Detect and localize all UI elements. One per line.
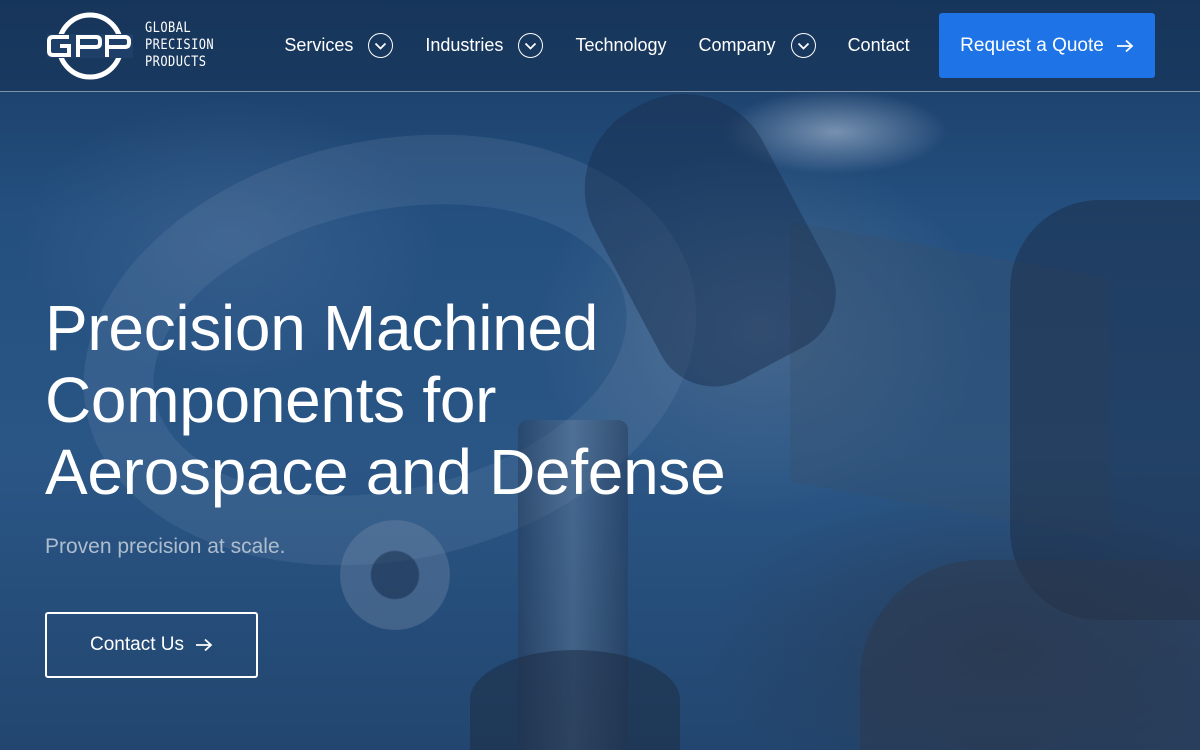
- request-quote-button[interactable]: Request a Quote: [939, 13, 1155, 78]
- nav-item-label: Services: [284, 35, 354, 55]
- logo-line: GLOBAL: [145, 20, 192, 36]
- hero-tagline: Proven precision at scale.: [45, 535, 286, 558]
- chevron-down-icon[interactable]: [790, 33, 816, 58]
- request-quote-label: Request a Quote: [960, 34, 1104, 56]
- contact-us-label: Contact Us: [90, 634, 184, 655]
- nav-item-label: Contact: [847, 35, 910, 55]
- nav-item-label: Industries: [425, 35, 504, 55]
- gpp-logo-icon: [47, 12, 133, 79]
- chevron-down-icon[interactable]: [518, 33, 544, 58]
- hero-title: Precision Machined Components for Aerosp…: [45, 292, 726, 508]
- nav-item-label: Company: [698, 35, 776, 55]
- arrow-right-icon: [1116, 39, 1134, 53]
- site-header: GLOBAL PRECISION PRODUCTS Services Indus…: [0, 0, 1200, 92]
- machine-shadow-shape: [1010, 200, 1200, 620]
- hero: Precision Machined Components for Aerosp…: [45, 292, 765, 678]
- contact-us-button[interactable]: Contact Us: [45, 612, 258, 678]
- nav-item-services[interactable]: Services: [284, 33, 394, 58]
- logo-line: PRECISION: [145, 37, 215, 53]
- logo-line: PRODUCTS: [145, 54, 207, 70]
- arrow-right-icon: [195, 638, 213, 652]
- nav-item-company[interactable]: Company: [699, 33, 816, 58]
- operator-hand-shape: [860, 560, 1200, 750]
- logo[interactable]: GLOBAL PRECISION PRODUCTS: [45, 10, 225, 82]
- nav-item-industries[interactable]: Industries: [425, 33, 544, 58]
- chevron-down-icon[interactable]: [368, 33, 394, 58]
- nav-item-contact[interactable]: Contact: [848, 35, 910, 56]
- logo-wordmark: GLOBAL PRECISION PRODUCTS: [145, 20, 214, 71]
- nav-item-label: Technology: [575, 35, 667, 55]
- main-nav: Services Industries Technology Company C…: [284, 33, 910, 58]
- nav-item-technology[interactable]: Technology: [575, 35, 666, 56]
